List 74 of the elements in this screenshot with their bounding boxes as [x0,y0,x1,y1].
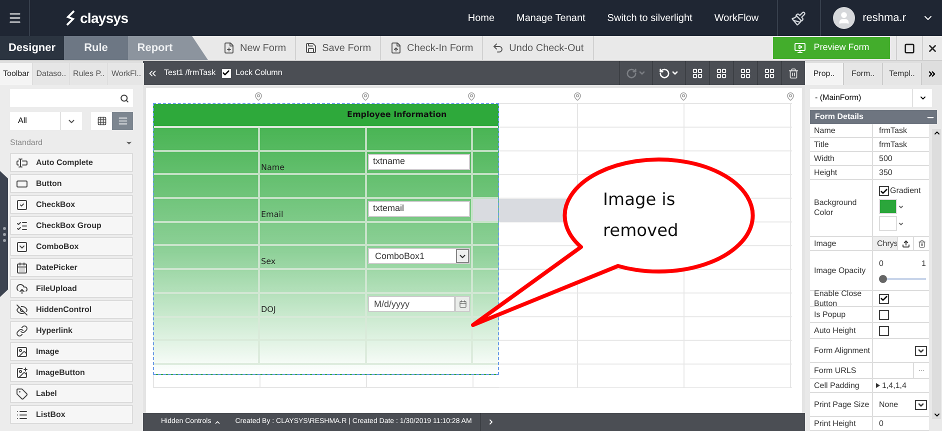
property-value[interactable]: None [879,398,915,410]
panel-tab[interactable]: Rules P.. [70,63,108,85]
control-item[interactable]: Image [10,342,133,361]
toolbar-button[interactable]: Save Form [296,36,382,60]
property-value[interactable]: 350 [873,166,892,178]
slider-max: 1 [922,258,926,270]
control-item[interactable]: Auto Complete [10,153,133,172]
mode-tab[interactable]: Rule [64,36,128,60]
property-value[interactable]: frmTask [873,138,907,150]
field-label: DOJ [261,304,276,314]
property-name: Auto Height [814,326,856,336]
panel-tab[interactable]: Dataso.. [33,63,70,85]
panel-tab[interactable]: Form.. [844,63,883,85]
nav-link[interactable]: Manage Tenant [516,10,586,26]
property-name: Image [814,238,836,248]
property-value[interactable]: frmTask [873,124,907,136]
gradient-label: Gradient [890,185,921,197]
control-item[interactable]: Button [10,174,133,193]
breadcrumb: Test1 /frmTask [164,67,216,79]
panel-tab[interactable]: Toolbar [0,63,32,85]
property-name: Name [814,126,836,136]
field-label: Email [261,210,284,220]
control-item[interactable]: ComboBox [10,237,133,256]
property-value[interactable]: 0 [873,418,884,430]
property-name: Background Color [814,198,858,218]
control-item[interactable]: CheckBox [10,195,133,214]
nav-link[interactable]: Home [468,10,495,26]
property-name: Print Height [814,418,856,428]
group-label: Standard [10,137,44,149]
control-item[interactable]: DatePicker [10,258,133,277]
callout-text: Image is removed [603,189,680,243]
date-field[interactable]: M/d/yyyy [368,296,455,312]
text-field[interactable]: txtemail [368,201,470,218]
toolbar-button[interactable]: Undo Check-Out [483,36,594,60]
text-field[interactable]: txtname [368,154,470,170]
panel-tab[interactable]: Templ.. [883,63,922,85]
property-name: Enable Close Button [814,288,863,308]
property-name: Form URLS [814,366,856,376]
control-item[interactable]: HiddenControl [10,300,133,319]
user-name[interactable]: reshma.r [862,10,906,26]
logo-text: claysys [80,8,128,28]
mode-tab[interactable]: Designer [0,36,64,60]
object-dropdown[interactable]: - (MainForm) [810,89,932,107]
property-name: Is Popup [814,310,846,320]
property-name: Height [814,168,838,178]
property-value[interactable]: 1,4,1,4 [882,380,906,392]
field-label: Sex [261,257,276,266]
section-header[interactable]: Form Details [810,110,937,124]
field-label: Name [261,162,285,172]
form-title: Employee Information [347,109,447,121]
nav-link[interactable]: WorkFlow [714,10,759,26]
panel-tab[interactable]: WorkFl.. [108,63,144,85]
toolbar-button[interactable]: Check-In Form [381,36,484,60]
property-name: Form Alignment [814,346,870,356]
property-name: Print Page Size [814,400,870,410]
control-item[interactable]: Hyperlink [10,321,133,340]
slider-min: 0 [879,258,884,270]
lock-column-label: Lock Column [236,67,282,79]
control-item[interactable]: ListBox [10,405,133,424]
property-value[interactable]: 500 [873,152,892,164]
control-item[interactable]: Label [10,384,133,403]
control-item[interactable]: FileUpload [10,279,133,298]
combo-box[interactable]: ComboBox1 [368,248,470,264]
toolbar-button[interactable]: New Form [214,36,296,60]
control-item[interactable]: CheckBox Group [10,216,133,235]
nav-link[interactable]: Switch to silverlight [607,10,692,26]
filter-dropdown[interactable]: All [10,112,82,130]
panel-tab[interactable]: Prop.. [805,63,844,85]
property-name: Cell Padding [814,380,860,390]
control-item[interactable]: ImageButton [10,363,133,382]
form-area[interactable]: Employee Information Name txtname Email txtemail Sex ComboBox1 DOJ M/d/yyyy [153,103,499,375]
property-name: Image Opacity [814,266,866,276]
property-name: Width [814,154,834,164]
property-name: Title [814,140,829,150]
